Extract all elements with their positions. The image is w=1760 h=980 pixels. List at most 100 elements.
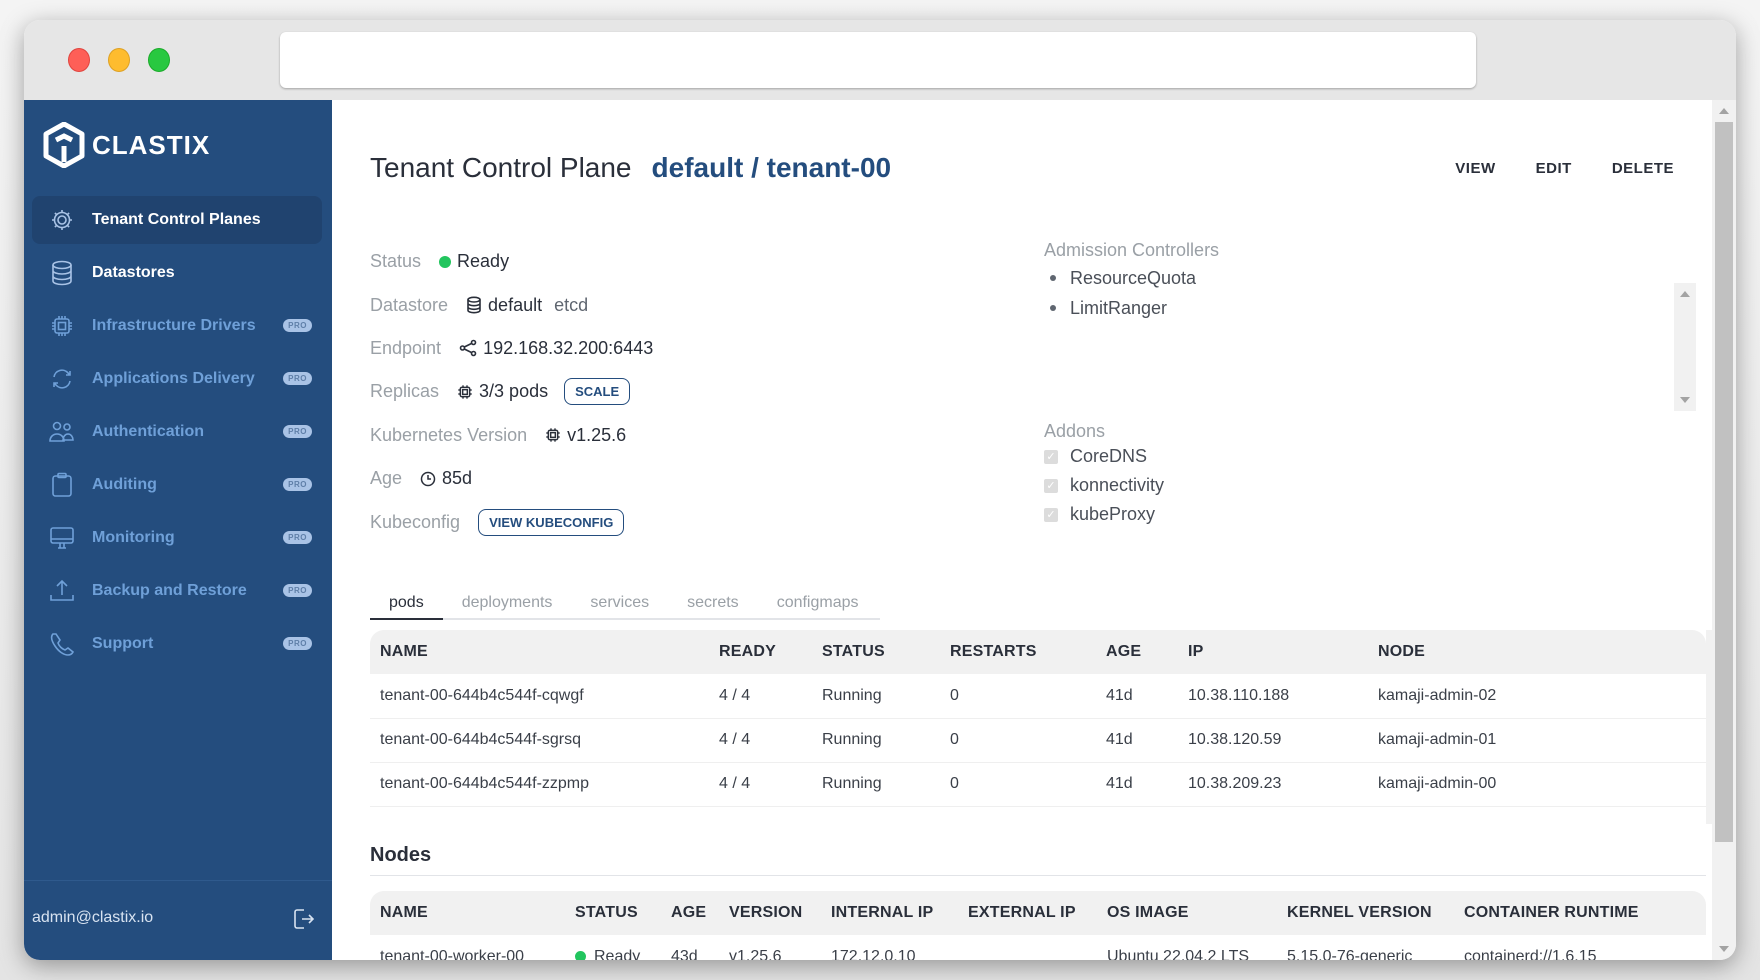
column-header[interactable]: AGE bbox=[661, 891, 719, 935]
status-label: Status bbox=[370, 251, 422, 272]
view-kubeconfig-button[interactable]: VIEW KUBECONFIG bbox=[478, 508, 625, 536]
chip-icon bbox=[546, 428, 560, 442]
datastore-value: default bbox=[488, 294, 543, 315]
clipboard-icon bbox=[48, 471, 76, 499]
table-row[interactable]: tenant-00-644b4c544f-zzpmp 4 / 4 Running 0 4… bbox=[370, 762, 1706, 807]
page-title: Tenant Control Plane default / tenant-00 bbox=[370, 152, 891, 184]
addons-section: Addons ✓ CoreDNS ✓ konnectivity ✓ kubeProxy bbox=[1044, 421, 1696, 529]
scroll-down-icon[interactable] bbox=[1719, 946, 1729, 952]
logout-icon[interactable] bbox=[292, 907, 315, 936]
pro-badge: PRO bbox=[283, 372, 312, 385]
browser-titlebar bbox=[24, 20, 1736, 100]
sidebar-item-support[interactable]: Support PRO bbox=[32, 620, 322, 668]
sidebar-item-label: Applications Delivery bbox=[92, 370, 255, 387]
replicas-value: 3/3 pods bbox=[479, 381, 549, 402]
tenant-name: default / tenant-00 bbox=[651, 152, 892, 183]
kubernetes-version-row: Kubernetes Version v1.25.6 bbox=[370, 414, 653, 457]
column-header[interactable]: VERSION bbox=[719, 891, 821, 935]
column-header[interactable]: OS IMAGE bbox=[1097, 891, 1277, 935]
column-header[interactable]: RESTARTS bbox=[940, 630, 1096, 674]
table-row[interactable]: tenant-00-644b4c544f-sgrsq 4 / 4 Running 0 4… bbox=[370, 718, 1706, 763]
addon-item: ✓ konnectivity bbox=[1044, 471, 1696, 500]
sidebar-item-backup-and-restore[interactable]: Backup and Restore PRO bbox=[32, 567, 322, 615]
config-column: Admission Controllers ResourceQuota Limi… bbox=[1044, 240, 1696, 529]
scroll-up-icon[interactable] bbox=[1680, 291, 1690, 297]
clock-icon bbox=[420, 471, 436, 486]
sidebar-item-authentication[interactable]: Authentication PRO bbox=[32, 408, 322, 456]
kubernetes-version-label: Kubernetes Version bbox=[370, 424, 528, 445]
table-row[interactable]: tenant-00-worker-00 Ready 43d v1.25.6 17… bbox=[370, 935, 1706, 960]
pro-badge: PRO bbox=[283, 478, 312, 491]
table-header-row: NAME STATUS AGE VERSION INTERNAL IP EXTE… bbox=[370, 891, 1706, 935]
address-bar[interactable] bbox=[280, 32, 1476, 88]
page-title-label: Tenant Control Plane bbox=[370, 152, 632, 183]
sidebar-item-auditing[interactable]: Auditing PRO bbox=[32, 461, 322, 509]
sidebar-item-label: Tenant Control Planes bbox=[92, 211, 261, 228]
checkbox-checked-icon[interactable]: ✓ bbox=[1044, 478, 1058, 493]
column-header[interactable]: EXTERNAL IP bbox=[958, 891, 1097, 935]
resource-tabs: pods deployments services secrets config… bbox=[370, 594, 880, 620]
pro-badge: PRO bbox=[283, 531, 312, 544]
gear-icon bbox=[48, 206, 76, 234]
admission-controllers-scrollbar[interactable] bbox=[1674, 283, 1696, 411]
scroll-down-icon[interactable] bbox=[1680, 397, 1690, 403]
column-header[interactable]: STATUS bbox=[812, 630, 940, 674]
column-header[interactable]: INTERNAL IP bbox=[821, 891, 958, 935]
page-scrollbar[interactable] bbox=[1712, 100, 1736, 960]
nodes-table-container: NAME STATUS AGE VERSION INTERNAL IP EXTE… bbox=[370, 891, 1706, 960]
sidebar-item-applications-delivery[interactable]: Applications Delivery PRO bbox=[32, 355, 322, 403]
edit-button[interactable]: EDIT bbox=[1536, 160, 1572, 177]
sidebar-nav: Tenant Control Planes Datastores Infrast… bbox=[32, 196, 322, 673]
column-header[interactable]: NODE bbox=[1368, 630, 1706, 674]
database-icon bbox=[48, 259, 76, 287]
age-value: 85d bbox=[442, 468, 473, 489]
tab-pods[interactable]: pods bbox=[370, 594, 443, 620]
pods-table: NAME READY STATUS RESTARTS AGE IP NODE t… bbox=[370, 630, 1706, 807]
addon-item: ✓ CoreDNS bbox=[1044, 442, 1696, 471]
view-button[interactable]: VIEW bbox=[1455, 160, 1495, 177]
sidebar-item-label: Monitoring bbox=[92, 529, 175, 546]
column-header[interactable]: NAME bbox=[370, 630, 709, 674]
clastix-logo-icon bbox=[43, 122, 85, 168]
sidebar-item-tenant-control-planes[interactable]: Tenant Control Planes bbox=[32, 196, 322, 244]
column-header[interactable]: NAME bbox=[370, 891, 565, 935]
datastore-label: Datastore bbox=[370, 294, 449, 315]
sidebar-item-infrastructure-drivers[interactable]: Infrastructure Drivers PRO bbox=[32, 302, 322, 350]
checkbox-checked-icon[interactable]: ✓ bbox=[1044, 507, 1058, 522]
endpoint-row: Endpoint 192.168.32.200:6443 bbox=[370, 327, 653, 370]
age-row: Age 85d bbox=[370, 457, 653, 500]
datastore-type: etcd bbox=[554, 294, 589, 315]
sidebar-item-datastores[interactable]: Datastores bbox=[32, 249, 322, 297]
brand-name: CLASTIX bbox=[92, 129, 211, 160]
tab-configmaps[interactable]: configmaps bbox=[758, 594, 878, 618]
kubeconfig-label: Kubeconfig bbox=[370, 511, 461, 532]
user-email: admin@clastix.io bbox=[32, 909, 154, 926]
tab-services[interactable]: services bbox=[571, 594, 668, 618]
checkbox-checked-icon[interactable]: ✓ bbox=[1044, 449, 1058, 464]
minimize-window-button[interactable] bbox=[108, 48, 130, 72]
status-indicator-icon bbox=[439, 255, 452, 268]
column-header[interactable]: READY bbox=[709, 630, 812, 674]
tab-secrets[interactable]: secrets bbox=[668, 594, 758, 618]
column-header[interactable]: IP bbox=[1178, 630, 1368, 674]
brand-logo[interactable]: CLASTIX bbox=[42, 122, 210, 168]
scrollbar-thumb[interactable] bbox=[1715, 122, 1733, 842]
table-row[interactable]: tenant-00-644b4c544f-cqwgf 4 / 4 Running 0 4… bbox=[370, 674, 1706, 719]
list-item: LimitRanger bbox=[1044, 293, 1696, 323]
sidebar-item-label: Authentication bbox=[92, 423, 204, 440]
column-header[interactable]: AGE bbox=[1096, 630, 1178, 674]
sidebar-item-monitoring[interactable]: Monitoring PRO bbox=[32, 514, 322, 562]
scroll-up-icon[interactable] bbox=[1719, 108, 1729, 114]
status-row: Status Ready bbox=[370, 240, 653, 283]
column-header[interactable]: CONTAINER RUNTIME bbox=[1454, 891, 1706, 935]
scale-button[interactable]: SCALE bbox=[564, 378, 631, 406]
column-header[interactable]: KERNEL VERSION bbox=[1277, 891, 1454, 935]
pods-table-container: NAME READY STATUS RESTARTS AGE IP NODE t… bbox=[370, 630, 1728, 824]
maximize-window-button[interactable] bbox=[148, 48, 170, 72]
pro-badge: PRO bbox=[283, 637, 312, 650]
delete-button[interactable]: DELETE bbox=[1612, 160, 1674, 177]
close-window-button[interactable] bbox=[68, 48, 90, 72]
tab-deployments[interactable]: deployments bbox=[443, 594, 572, 618]
column-header[interactable]: STATUS bbox=[565, 891, 661, 935]
sidebar: CLASTIX Tenant Control Planes Datastores… bbox=[24, 100, 332, 960]
